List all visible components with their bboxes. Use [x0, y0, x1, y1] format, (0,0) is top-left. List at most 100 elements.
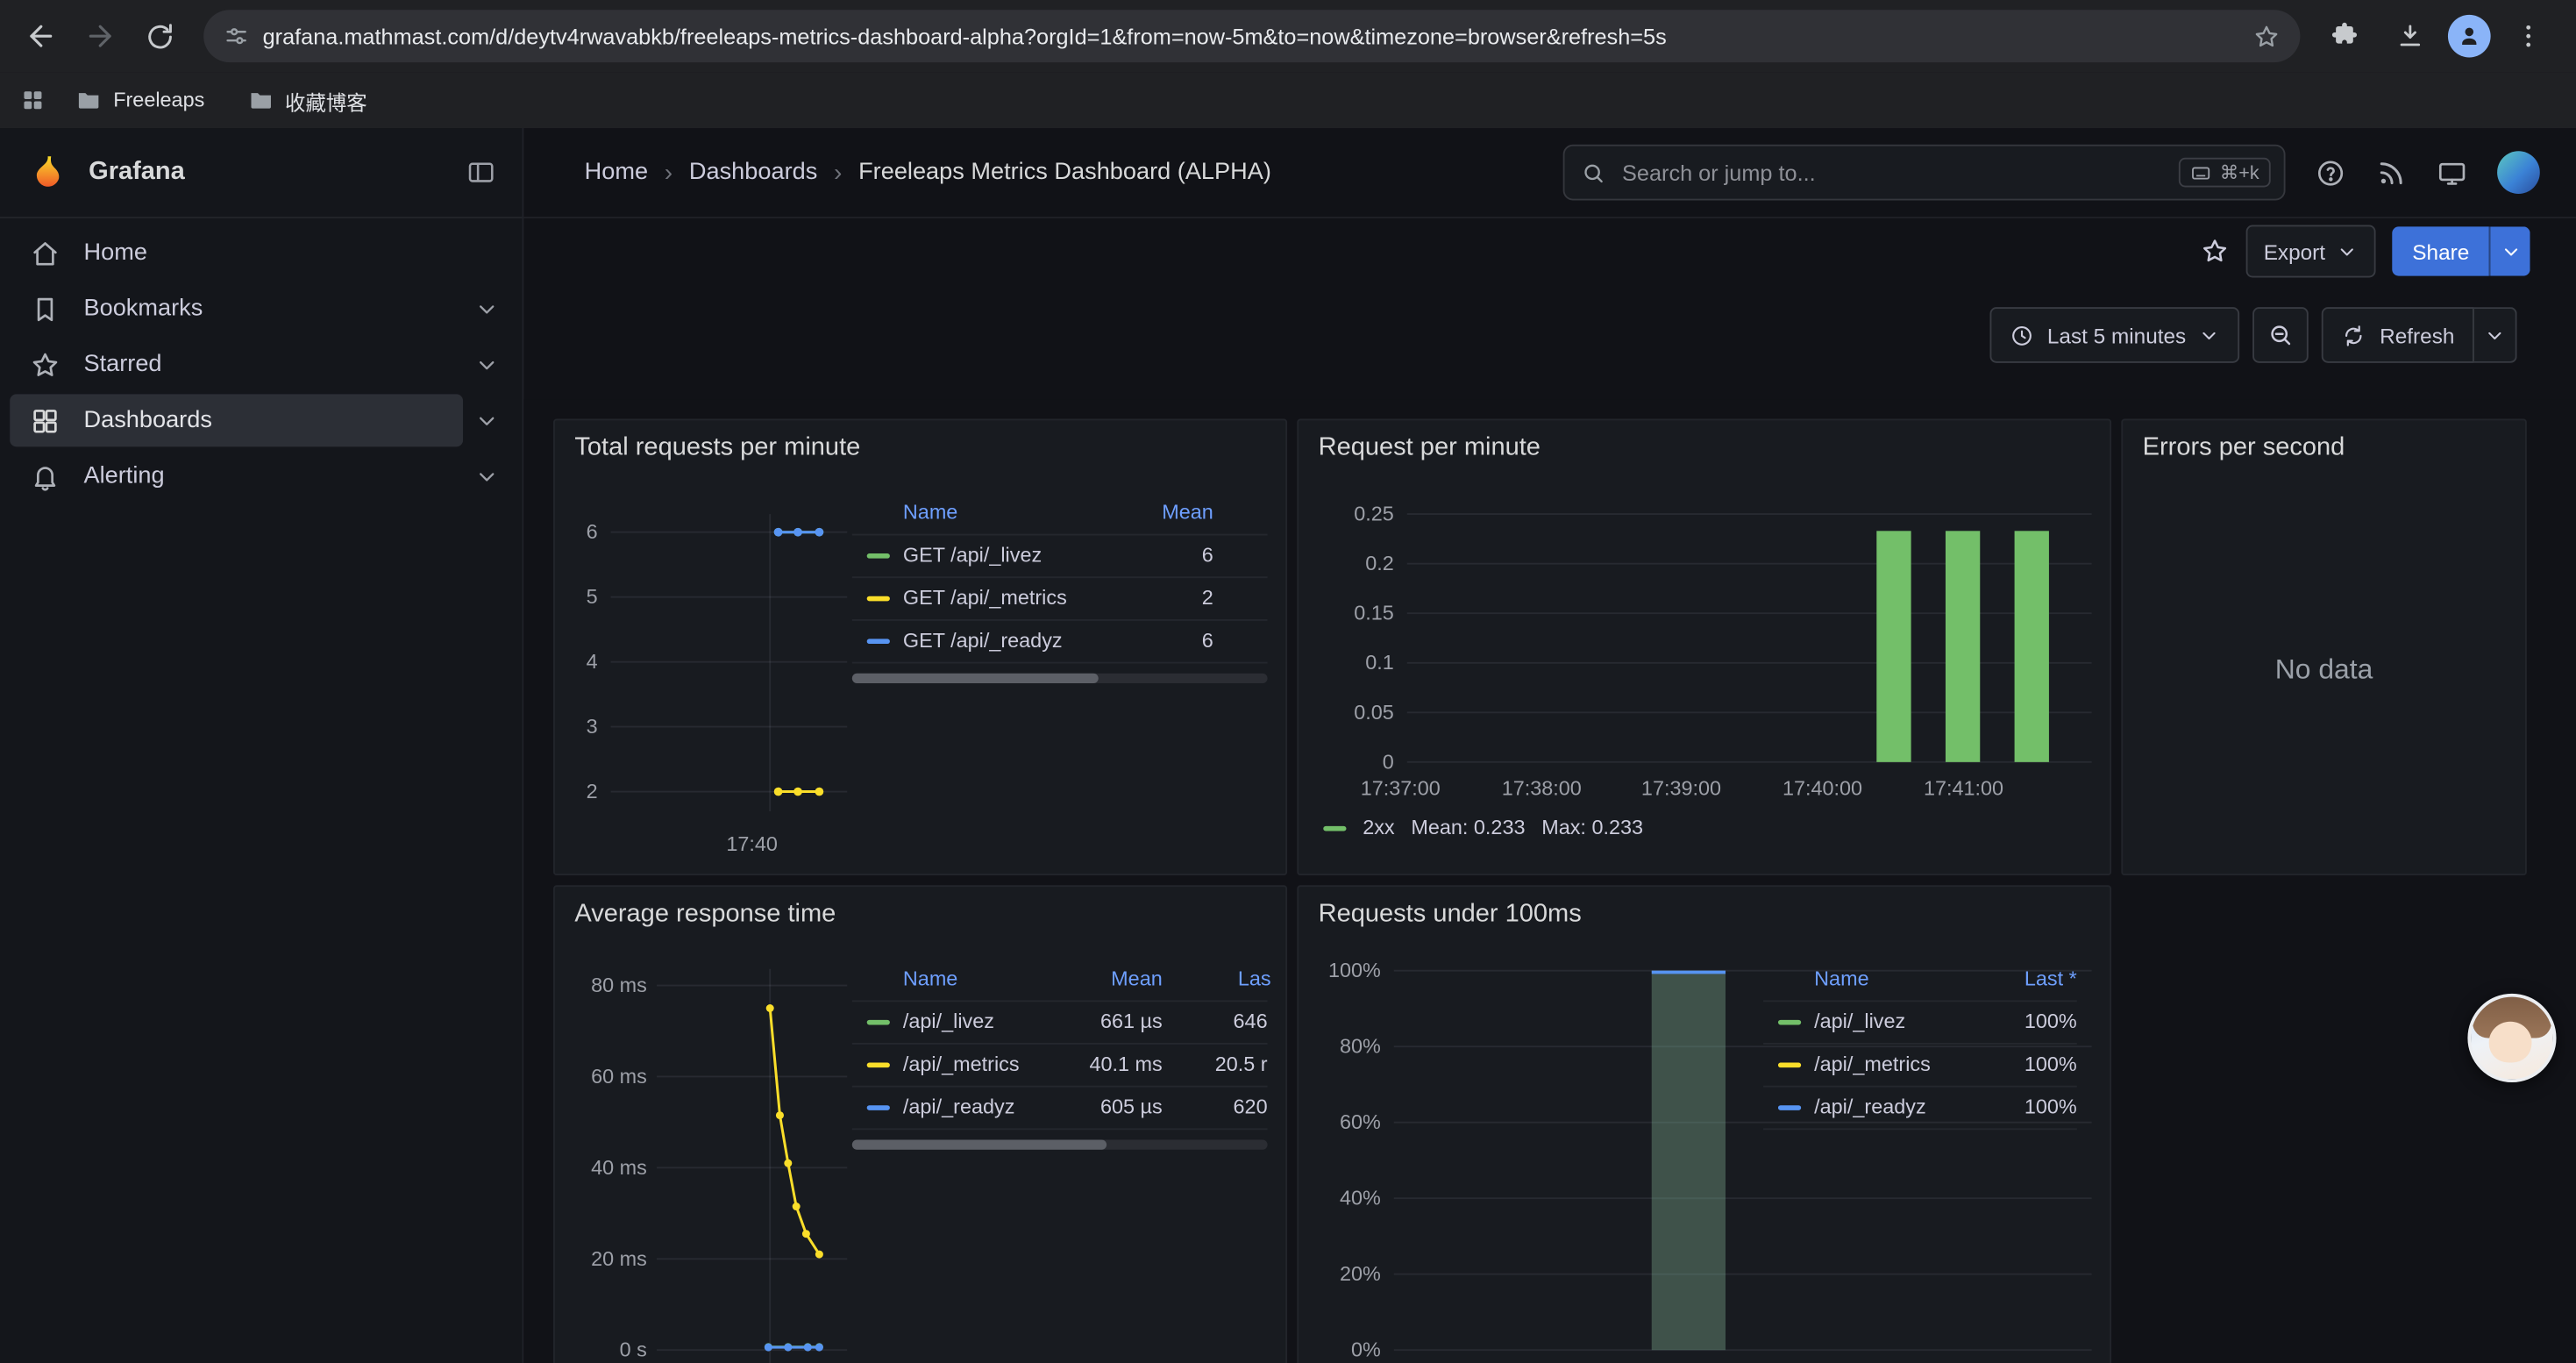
share-button[interactable]: Share [2393, 226, 2489, 275]
panel-request-per-minute[interactable]: Request per minute 0.250.20.150.10.05017… [1297, 418, 2111, 875]
panel-title[interactable]: Requests under 100ms [1319, 900, 1582, 930]
series-name: 2xx [1363, 817, 1394, 839]
legend-column-header[interactable]: Las [1238, 960, 1271, 1001]
legend-column-header[interactable]: Name [903, 960, 957, 1001]
site-settings-icon[interactable] [224, 23, 250, 49]
legend-column-header[interactable]: Name [1814, 960, 1868, 1001]
time-range-picker[interactable]: Last 5 minutes [1989, 307, 2240, 363]
chevron-down-icon[interactable] [463, 296, 509, 321]
legend-scrollbar[interactable] [852, 1140, 1268, 1150]
panel-title[interactable]: Total requests per minute [574, 433, 860, 463]
legend-scrollbar[interactable] [852, 674, 1268, 683]
legend-column-header[interactable]: Mean [1162, 493, 1213, 534]
legend-row[interactable]: GET /api/_readyz 6 [852, 619, 1268, 664]
browser-toolbar: grafana.mathmast.com/d/deytv4rwavabkb/fr… [0, 0, 2576, 72]
legend-row[interactable]: /api/_readyz605 µs620 [852, 1086, 1268, 1131]
bookmark-item[interactable]: 收藏博客 [238, 80, 377, 121]
svg-text:0 s: 0 s [620, 1338, 647, 1361]
chevron-down-icon[interactable] [463, 464, 509, 489]
legend-row[interactable]: GET /api/_livez 6 [852, 534, 1268, 577]
back-icon[interactable] [13, 8, 69, 64]
url-bar[interactable]: grafana.mathmast.com/d/deytv4rwavabkb/fr… [203, 10, 2300, 62]
chart-canvas[interactable]: 0.250.20.150.10.05017:37:0017:38:0017:39… [1299, 420, 2110, 874]
floating-assistant-avatar[interactable] [2467, 994, 2556, 1082]
legend-row[interactable]: /api/_metrics100% [1763, 1043, 2077, 1086]
bookmark-item[interactable]: Freeleaps [66, 82, 215, 118]
sidebar-item-starred[interactable]: Starred [10, 337, 509, 393]
svg-text:17:40:00: 17:40:00 [1783, 776, 1862, 799]
menu-kebab-icon[interactable] [2501, 8, 2557, 64]
legend-cell: 646 [1234, 1002, 1268, 1043]
sidebar-item-alerting[interactable]: Alerting [10, 448, 509, 504]
legend-cell: GET /api/_metrics [903, 578, 1067, 619]
legend-cell: 40.1 ms [1089, 1045, 1162, 1086]
panel-total-requests-per-minute[interactable]: Total requests per minute 6543217:40 Nam… [553, 418, 1287, 875]
legend-cell: 6 [1202, 535, 1213, 576]
sidebar-toggle-icon[interactable] [466, 158, 496, 188]
sidebar-item-label: Dashboards [83, 407, 211, 433]
refresh-split-button: Refresh [2323, 307, 2517, 363]
panel-average-response-time[interactable]: Average response time 80 ms60 ms40 ms20 … [553, 885, 1287, 1363]
legend-row[interactable]: GET /api/_metrics 2 [852, 576, 1268, 619]
series-mean: Mean: 0.233 [1411, 817, 1525, 839]
share-caret-button[interactable] [2489, 226, 2530, 275]
user-avatar[interactable] [2497, 151, 2540, 194]
downloads-icon[interactable] [2382, 8, 2438, 64]
svg-text:3: 3 [587, 715, 598, 738]
sidebar-item-home[interactable]: Home [10, 225, 509, 282]
legend-cell: 2 [1202, 578, 1213, 619]
favorite-star-icon[interactable] [2200, 237, 2230, 267]
forward-icon[interactable] [72, 8, 128, 64]
folder-icon [75, 87, 102, 113]
svg-text:17:40: 17:40 [726, 832, 778, 855]
panel-title[interactable]: Average response time [574, 900, 836, 930]
url-text[interactable]: grafana.mathmast.com/d/deytv4rwavabkb/fr… [263, 24, 2240, 48]
breadcrumb-item[interactable]: Freeleaps Metrics Dashboard (ALPHA) [858, 160, 1271, 186]
legend-row[interactable]: /api/_metrics40.1 ms20.5 r [852, 1043, 1268, 1086]
grafana-logo[interactable] [26, 153, 66, 192]
legend-column-header[interactable]: Mean [1111, 960, 1163, 1001]
kiosk-monitor-icon[interactable] [2437, 157, 2468, 189]
panel-requests-under-100ms[interactable]: Requests under 100ms 100%80%60%40%20%0%1… [1297, 885, 2111, 1363]
export-button[interactable]: Export [2245, 225, 2376, 278]
bookmark-star-icon[interactable] [2252, 22, 2281, 50]
series-stats-line[interactable]: 2xx Mean: 0.233 Max: 0.233 [1323, 817, 1643, 839]
no-data-message: No data [2123, 653, 2525, 686]
legend-row[interactable]: /api/_readyz100% [1763, 1086, 2077, 1131]
reload-icon[interactable] [132, 8, 188, 64]
help-icon[interactable] [2315, 157, 2346, 189]
svg-text:0.2: 0.2 [1365, 552, 1394, 574]
search-shortcut-label: ⌘+k [2220, 161, 2259, 184]
panel-title[interactable]: Request per minute [1319, 433, 1541, 463]
news-rss-icon[interactable] [2376, 157, 2408, 189]
refresh-button[interactable]: Refresh [2323, 307, 2474, 363]
chevron-down-icon[interactable] [463, 408, 509, 432]
legend-cell: GET /api/_readyz [903, 621, 1063, 662]
legend-cell: 6 [1202, 621, 1213, 662]
legend-row[interactable]: /api/_livez100% [1763, 1000, 2077, 1043]
legend-cell: /api/_readyz [1814, 1088, 1926, 1129]
apps-grid-icon[interactable] [17, 87, 49, 113]
extensions-icon[interactable] [2316, 8, 2373, 64]
zoom-out-button[interactable] [2253, 307, 2309, 363]
legend-row[interactable]: /api/_livez661 µs646 [852, 1000, 1268, 1043]
legend-table: Name Last */api/_livez100%/api/_metrics10… [1763, 960, 2077, 1131]
breadcrumb-item[interactable]: Dashboards [689, 160, 817, 186]
breadcrumb-item[interactable]: Home [585, 160, 648, 186]
sidebar-item-dashboards[interactable]: Dashboards [10, 393, 509, 449]
panel-errors-per-second[interactable]: Errors per second No data [2121, 418, 2527, 875]
panel-title[interactable]: Errors per second [2143, 433, 2345, 463]
svg-text:4: 4 [587, 650, 598, 673]
chevron-down-icon[interactable] [463, 353, 509, 377]
legend-column-header[interactable]: Name [903, 493, 957, 534]
sidebar-item-bookmarks[interactable]: Bookmarks [10, 281, 509, 337]
legend-column-header[interactable]: Last * [2025, 960, 2077, 1001]
sidebar-nav: HomeBookmarksStarred Dashboards Alerting [0, 218, 522, 504]
avatar-face [2489, 1022, 2532, 1063]
search-input[interactable] [1619, 159, 2166, 187]
profile-avatar[interactable] [2448, 15, 2491, 58]
search-bar[interactable]: ⌘+k [1563, 145, 2286, 201]
legend-cell: GET /api/_livez [903, 535, 1042, 576]
home-icon [30, 238, 61, 269]
refresh-interval-caret[interactable] [2474, 307, 2517, 363]
